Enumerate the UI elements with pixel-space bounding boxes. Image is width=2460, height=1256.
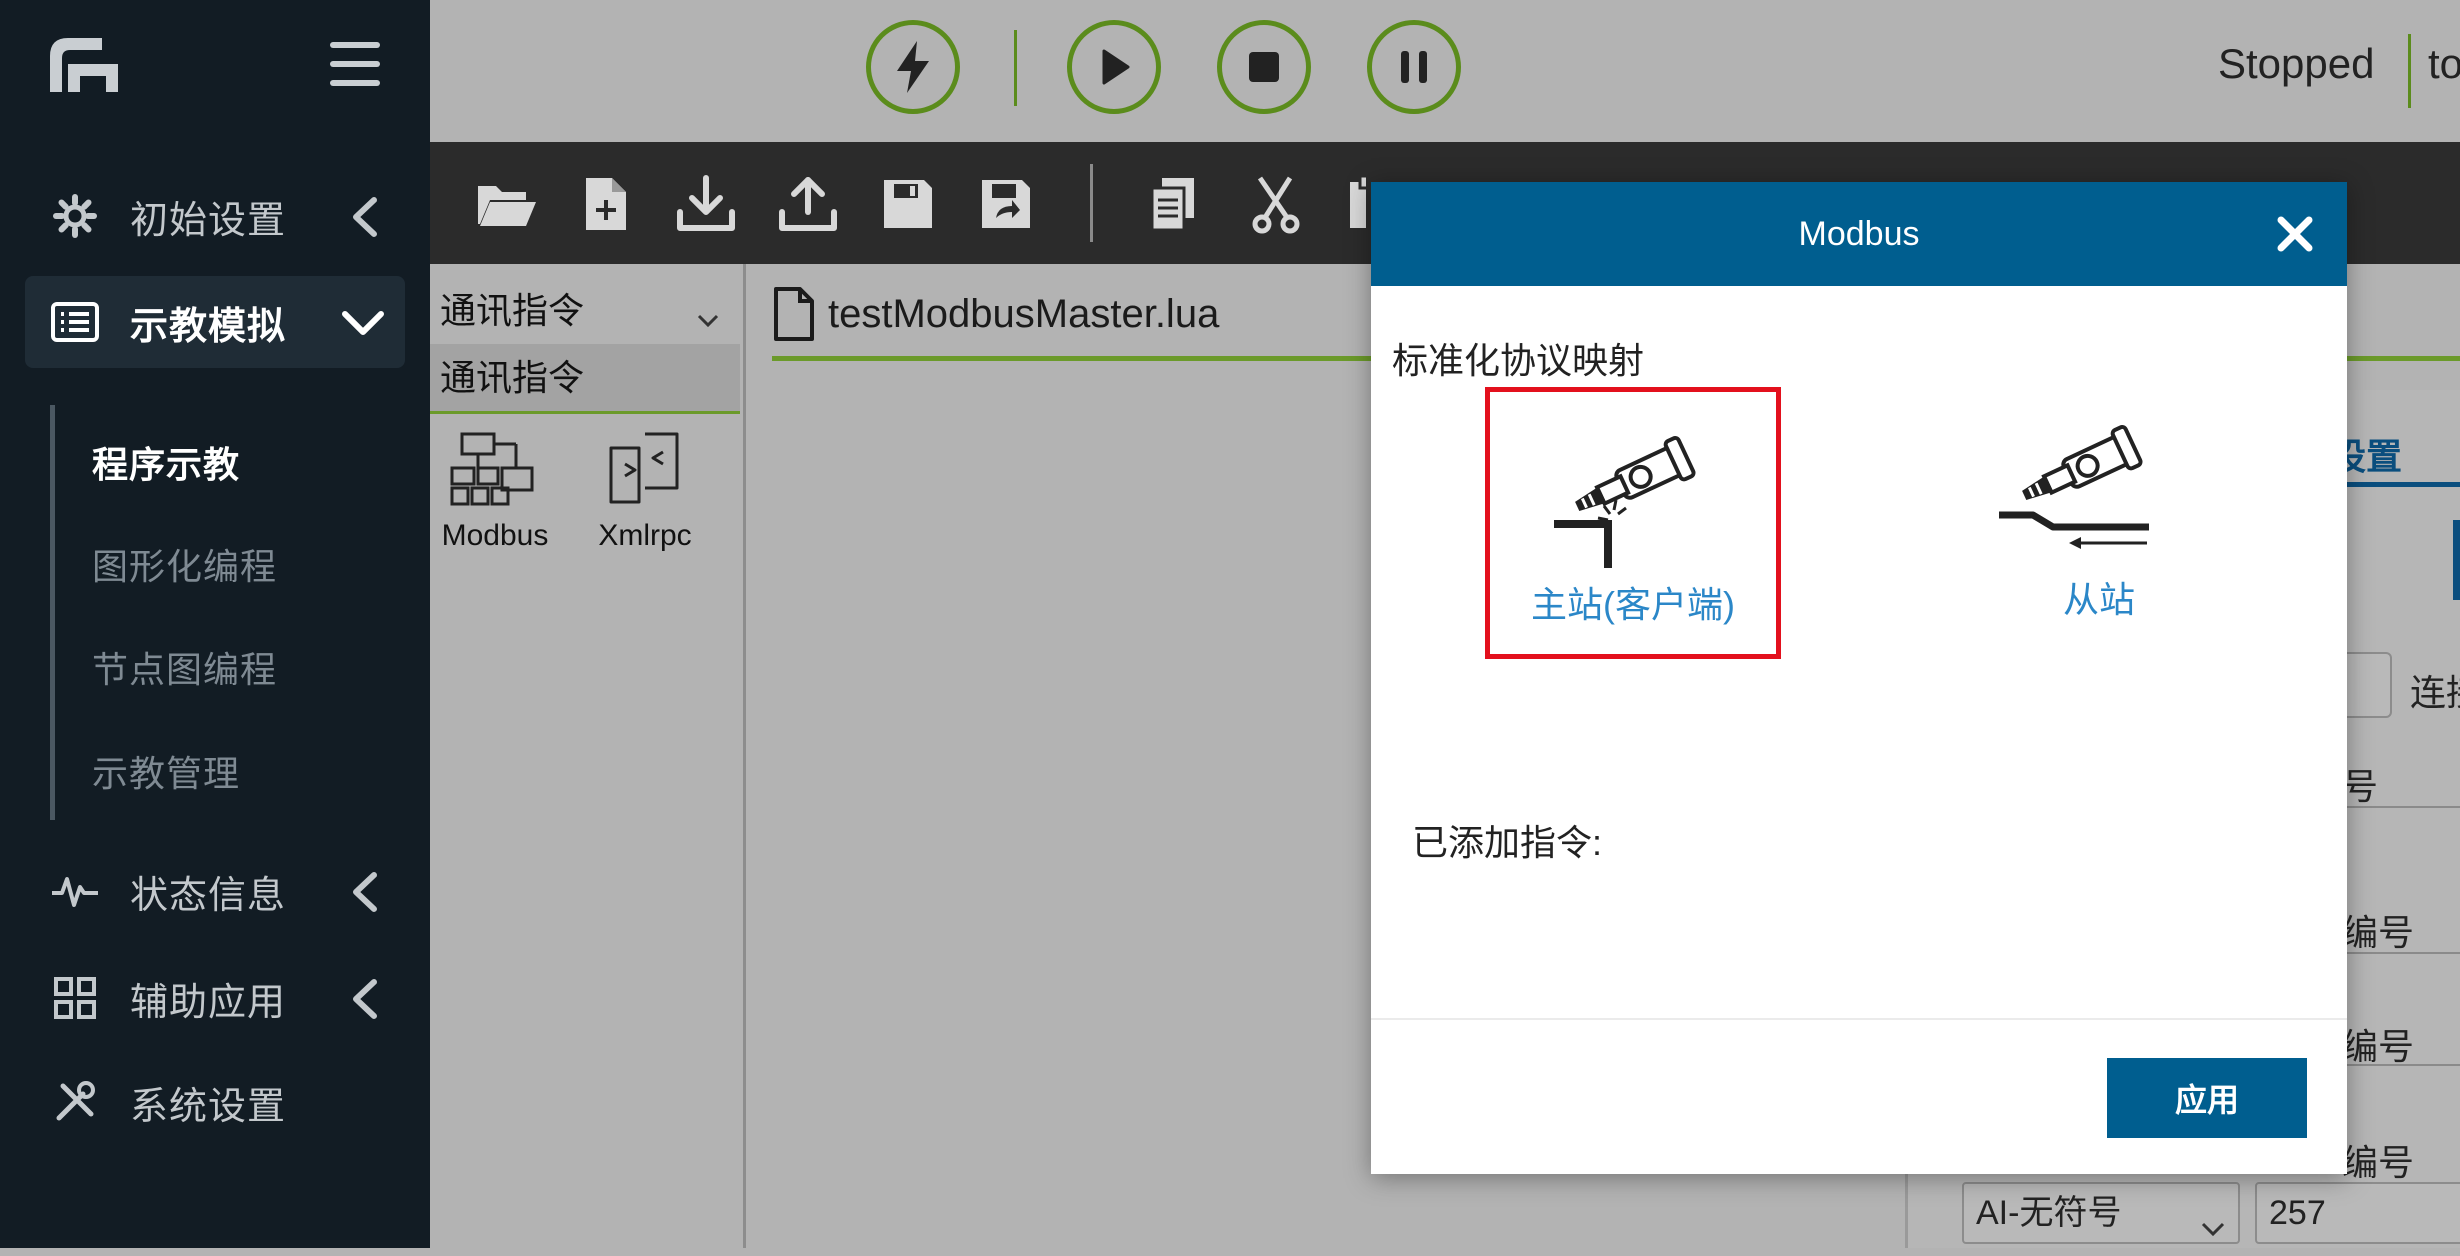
enable-lightning-button[interactable] [866,20,960,114]
settings-label: 号 [2342,766,2379,807]
sidebar-item-teaching-simulation[interactable]: 示教模拟 [25,276,405,368]
list-icon [50,297,100,347]
open-folder-icon[interactable] [474,172,538,236]
slave-option[interactable]: 从站 [1951,387,2247,659]
sidebar-item-auxiliary-apps[interactable]: 辅助应用 [25,952,405,1044]
download-icon[interactable] [674,172,738,236]
settings-label: 连接 [2410,672,2460,713]
command-type-select[interactable]: 通讯指令 [440,282,730,336]
paste-icon[interactable] [1342,172,1366,236]
settings-underline [2330,806,2460,808]
chevron-left-icon [350,871,380,918]
chevron-left-icon [350,196,380,243]
save-icon[interactable] [876,172,940,236]
settings-label: 编号 [2342,912,2415,953]
sidebar-item-system-settings[interactable]: 系统设置 [25,1056,405,1148]
dialog-title: Modbus [1798,215,1920,253]
pause-button[interactable] [1367,20,1461,114]
modbus-dialog: Modbus 标准化协议映射 主站(客户端) 从站 已添加指令: 应用 [1371,182,2347,1174]
robot-welding-slave-icon [1999,425,2149,549]
chevron-down-icon [341,308,385,343]
subnav-indicator-line [50,405,55,820]
command-tile-label: Modbus [441,519,549,552]
settings-action-button[interactable] [2453,520,2460,600]
dialog-footer-divider [1371,1018,2347,1020]
cut-icon[interactable] [1244,172,1308,236]
gear-icon [50,191,100,241]
pulse-icon [50,866,100,916]
added-commands-label: 已添加指令: [1412,822,1603,863]
data-type-value: AI-无符号 [1976,1194,2122,1232]
settings-underline [2330,952,2460,954]
sidebar: 初始设置 示教模拟 程序示教 图形化编程 节点图编程 示教管理 状态信息 辅助应… [0,0,430,1248]
modbus-icon [450,432,534,506]
new-file-icon[interactable] [574,172,638,236]
tools-icon [50,1077,100,1127]
sidebar-item-initial-settings[interactable]: 初始设置 [25,170,405,262]
file-name: testModbusMaster.lua [828,291,1220,336]
chevron-left-icon [350,978,380,1025]
protocol-mapping-title: 标准化协议映射 [1392,340,1645,381]
register-value-input[interactable]: 257 [2255,1182,2460,1244]
command-tile-xmlrpc[interactable]: Xmlrpc [580,430,710,553]
command-tile-label: Xmlrpc [598,519,692,552]
command-category-header[interactable]: 通讯指令 [430,344,740,414]
chevron-down-icon [696,296,720,338]
subnav-item-teaching-management[interactable]: 示教管理 [92,745,240,797]
command-tile-modbus[interactable]: Modbus [430,430,560,553]
save-as-icon[interactable] [974,172,1038,236]
sidebar-item-label: 辅助应用 [130,981,287,1024]
play-button[interactable] [1067,20,1161,114]
option-label: 从站 [2062,579,2135,620]
settings-underline [2330,1064,2460,1066]
master-client-option[interactable]: 主站(客户端) [1485,387,1781,659]
toolbar-separator [1090,164,1093,242]
file-tab[interactable]: testModbusMaster.lua [772,284,1219,344]
stop-icon [1249,52,1279,82]
robot-welding-master-icon [1554,436,1696,568]
sidebar-item-label: 状态信息 [130,874,287,917]
sidebar-item-label: 初始设置 [130,199,287,242]
settings-label: 编号 [2342,1026,2415,1067]
close-icon[interactable] [2273,212,2317,256]
file-icon [774,287,814,341]
data-type-select[interactable]: AI-无符号 [1962,1182,2240,1244]
upload-icon[interactable] [776,172,840,236]
copy-icon[interactable] [1142,172,1206,236]
pause-icon [1401,51,1427,83]
control-separator [1014,30,1017,106]
status-extra-text: to [2428,40,2460,87]
apply-button[interactable]: 应用 [2107,1058,2307,1138]
xmlrpc-icon [609,432,679,504]
lightning-icon [897,41,929,93]
control-bar: Stopped to [430,0,2460,142]
subnav-item-program-teaching[interactable]: 程序示教 [92,436,240,488]
run-status-text: Stopped [2218,40,2375,87]
status-separator [2408,34,2411,108]
sidebar-item-status-info[interactable]: 状态信息 [25,845,405,937]
command-type-value: 通讯指令 [440,290,585,331]
subnav-item-node-graph-programming[interactable]: 节点图编程 [92,641,277,693]
hamburger-menu-icon[interactable] [330,42,380,88]
command-panel: 通讯指令 通讯指令 Modbus Xmlrpc [430,264,746,1248]
subnav-item-graphical-programming[interactable]: 图形化编程 [92,538,277,590]
play-icon [1102,49,1130,85]
grid-icon [50,973,100,1023]
option-label: 主站(客户端) [1531,584,1735,625]
stop-button[interactable] [1217,20,1311,114]
robot-logo-icon [46,34,122,99]
settings-tab-underline [2330,482,2460,487]
settings-label: 编号 [2342,1142,2415,1183]
sidebar-item-label: 系统设置 [130,1085,287,1128]
sidebar-item-label: 示教模拟 [130,305,287,348]
chevron-down-icon [2200,1198,2226,1256]
